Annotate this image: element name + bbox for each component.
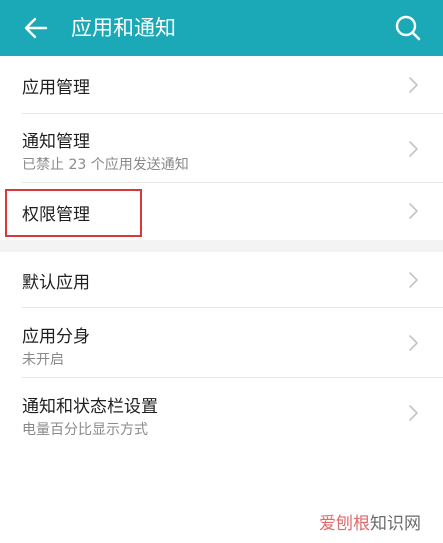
- list-item-notification-status-bar[interactable]: 通知和状态栏设置 电量百分比显示方式: [0, 378, 443, 448]
- settings-screen: 应用和通知 应用管理 通知管理 已禁止 23 个应用发送通知 权限管理 默认应用…: [0, 0, 443, 543]
- list-item-notification-management[interactable]: 通知管理 已禁止 23 个应用发送通知: [0, 114, 443, 183]
- list-item-label: 默认应用: [22, 273, 90, 293]
- watermark: 爱刨根知识网: [319, 509, 421, 534]
- chevron-right-icon: [409, 335, 418, 351]
- list-item-label: 通知和状态栏设置: [22, 397, 158, 417]
- chevron-right-icon: [409, 272, 418, 288]
- section-separator: [0, 240, 443, 252]
- chevron-right-icon: [409, 77, 418, 93]
- list-item-subtitle: 未开启: [22, 352, 64, 368]
- list-item-label: 应用管理: [22, 78, 90, 98]
- watermark-part-2: 知识网: [370, 514, 421, 534]
- list-item-app-management[interactable]: 应用管理: [0, 56, 443, 114]
- list-item-subtitle: 已禁止 23 个应用发送通知: [22, 157, 189, 173]
- settings-section-defaults: 默认应用 应用分身 未开启 通知和状态栏设置 电量百分比显示方式: [0, 252, 443, 448]
- watermark-part-1: 爱刨根: [319, 514, 370, 534]
- back-arrow-icon[interactable]: [20, 12, 52, 44]
- chevron-right-icon: [409, 141, 418, 157]
- chevron-right-icon: [409, 405, 418, 421]
- search-icon[interactable]: [391, 11, 425, 45]
- page-title: 应用和通知: [71, 16, 176, 40]
- highlight-box: [5, 189, 142, 237]
- list-item-label: 应用分身: [22, 327, 90, 347]
- list-item-label: 通知管理: [22, 132, 90, 152]
- list-item-app-twin[interactable]: 应用分身 未开启: [0, 308, 443, 378]
- chevron-right-icon: [409, 203, 418, 219]
- list-item-default-apps[interactable]: 默认应用: [0, 252, 443, 308]
- list-item-subtitle: 电量百分比显示方式: [22, 422, 148, 438]
- app-bar: 应用和通知: [0, 0, 443, 56]
